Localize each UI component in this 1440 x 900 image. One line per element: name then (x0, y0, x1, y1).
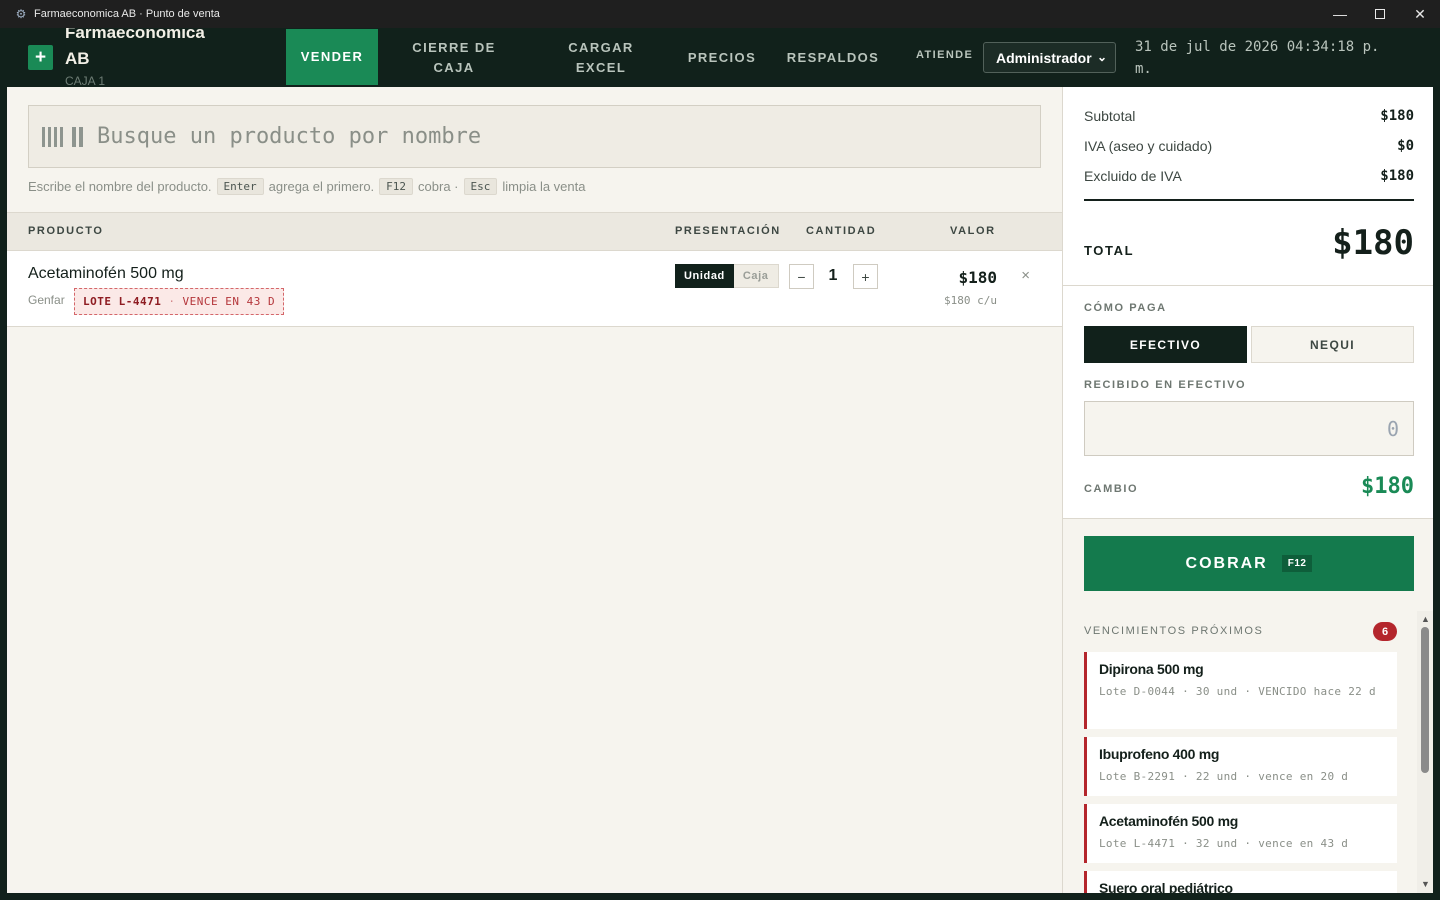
hint-text: limpia la venta (502, 179, 586, 194)
nequi-button[interactable]: NEQUI (1251, 326, 1414, 363)
lote-code: LOTE L-4471 (83, 295, 162, 308)
hint-text: Escribe el nombre del producto. (28, 179, 212, 194)
checkout-panel: Subtotal $180 IVA (aseo y cuidado) $0 Ex… (1062, 87, 1433, 893)
qty-value: 1 (828, 267, 838, 284)
minimize-icon[interactable]: — (1320, 0, 1360, 28)
table-header: PRODUCTO PRESENTACIÓN CANTIDAD VALOR (7, 212, 1062, 251)
venc-name: Ibuprofeno 400 mg (1099, 746, 1220, 762)
total-value: $180 (1332, 223, 1414, 263)
nav-respaldos[interactable]: RESPALDOS (772, 28, 894, 87)
hint-text: agrega el primero. (268, 179, 375, 194)
scroll-up-icon[interactable]: ▲ (1420, 614, 1431, 624)
user-select-value: Administrador (996, 49, 1092, 66)
brand-name: Farmaeconomica (65, 28, 205, 42)
vencimientos-label: VENCIMIENTOS PRÓXIMOS (1084, 625, 1264, 637)
venc-detail: Lote L-4471 · 32 und · vence en 43 d (1099, 837, 1349, 850)
nav-cierre-de-caja[interactable]: CIERRE DE CAJA (378, 28, 530, 87)
app-gear-icon: ⚙ (15, 7, 27, 21)
nav-precios[interactable]: PRECIOS (672, 28, 772, 87)
efectivo-button[interactable]: EFECTIVO (1084, 326, 1247, 363)
lote-vence: VENCE EN 43 D (182, 295, 276, 308)
list-item[interactable]: Acetaminofén 500 mg Lote L-4471 · 32 und… (1084, 804, 1397, 863)
qty-increase-button[interactable]: + (853, 264, 878, 289)
pres-caja-button[interactable]: Caja (733, 264, 779, 288)
window-controls: — ✕ (1320, 0, 1440, 28)
plus-logo-icon: + (28, 45, 53, 70)
col-producto: PRODUCTO (28, 225, 104, 237)
search-input[interactable] (97, 124, 997, 149)
venc-name: Suero oral pediátrico (1099, 880, 1233, 893)
subtotal-value: $180 (1380, 108, 1414, 124)
totals-section: Subtotal $180 IVA (aseo y cuidado) $0 Ex… (1063, 87, 1433, 286)
subtotal-label: Subtotal (1084, 108, 1136, 124)
window-bottom-edge (0, 893, 1440, 900)
cobrar-key: F12 (1281, 555, 1313, 572)
row-valor-unit: $180 c/u (944, 294, 997, 307)
venc-name: Dipirona 500 mg (1099, 661, 1204, 677)
recibido-label: RECIBIDO EN EFECTIVO (1084, 379, 1247, 391)
row-valor: $180 (958, 268, 997, 287)
cobrar-button[interactable]: COBRAR F12 (1084, 536, 1414, 591)
key-esc: Esc (463, 178, 498, 195)
cambio-label: CAMBIO (1084, 483, 1139, 495)
nav-vender[interactable]: VENDER (286, 29, 378, 85)
list-item[interactable]: Dipirona 500 mg Lote D-0044 · 30 und · V… (1084, 652, 1397, 729)
barcode-icon (42, 126, 83, 148)
vencimientos-count-badge: 6 (1373, 622, 1397, 641)
venc-detail: Lote B-2291 · 22 und · vence en 20 d (1099, 770, 1349, 783)
user-select[interactable]: Administrador ⌄ (983, 42, 1116, 73)
window-titlebar: ⚙ Farmaeconomica AB · Punto de venta — ✕ (0, 0, 1440, 28)
list-item[interactable]: Suero oral pediátrico (1084, 871, 1397, 893)
window-title: Farmaeconomica AB · Punto de venta (34, 8, 220, 20)
col-presentacion: PRESENTACIÓN (675, 225, 781, 237)
table-row: Acetaminofén 500 mg Genfar LOTE L-4471 ·… (7, 251, 1062, 327)
hint-text: cobra · (418, 179, 459, 194)
venc-name: Acetaminofén 500 mg (1099, 813, 1239, 829)
app-header: + Farmaeconomica AB CAJA 1 VENDER CIERRE… (7, 28, 1433, 87)
subtotal-row: Subtotal $180 (1084, 108, 1414, 124)
chevron-down-icon: ⌄ (1096, 50, 1107, 64)
main-nav: VENDER CIERRE DE CAJA CARGAR EXCEL PRECI… (286, 28, 894, 87)
remove-item-icon[interactable]: × (1021, 267, 1030, 284)
atiende-label: ATIENDE (916, 49, 974, 61)
iva-label: IVA (aseo y cuidado) (1084, 138, 1213, 154)
key-enter: Enter (216, 178, 264, 195)
cambio-value: $180 (1361, 474, 1414, 499)
brand: Farmaeconomica AB CAJA 1 (65, 28, 205, 87)
iva-row: IVA (aseo y cuidado) $0 (1084, 138, 1414, 154)
col-cantidad: CANTIDAD (806, 225, 877, 237)
maximize-icon[interactable] (1360, 0, 1400, 28)
vencimientos-scrollbar[interactable]: ▲ ▼ (1417, 611, 1433, 893)
search-box[interactable] (28, 105, 1041, 168)
product-lab: Genfar (28, 293, 65, 307)
caja-label: CAJA 1 (65, 74, 106, 87)
excluido-value: $180 (1380, 168, 1414, 184)
excluido-label: Excluido de IVA (1084, 168, 1182, 184)
totals-divider (1084, 199, 1414, 201)
list-item[interactable]: Ibuprofeno 400 mg Lote B-2291 · 22 und ·… (1084, 737, 1397, 796)
search-hint: Escribe el nombre del producto. Enter ag… (28, 178, 586, 195)
col-valor: VALOR (950, 225, 996, 237)
scroll-thumb[interactable] (1421, 627, 1429, 773)
iva-value: $0 (1397, 138, 1414, 154)
pres-unidad-button[interactable]: Unidad (675, 264, 734, 288)
nav-cargar-excel[interactable]: CARGAR EXCEL (530, 28, 672, 87)
presentation-toggle: Unidad Caja (675, 264, 779, 288)
venc-detail: Lote D-0044 · 30 und · VENCIDO hace 22 d (1099, 685, 1376, 698)
lote-tag: LOTE L-4471 · VENCE EN 43 D (74, 288, 285, 315)
payment-section: CÓMO PAGA EFECTIVO NEQUI RECIBIDO EN EFE… (1063, 286, 1433, 519)
product-name: Acetaminofén 500 mg (28, 265, 184, 282)
excluido-row: Excluido de IVA $180 (1084, 168, 1414, 184)
como-paga-label: CÓMO PAGA (1084, 302, 1167, 314)
cobrar-label: COBRAR (1185, 554, 1268, 572)
scroll-down-icon[interactable]: ▼ (1420, 879, 1431, 889)
total-label: TOTAL (1084, 243, 1135, 258)
sale-area: Escribe el nombre del producto. Enter ag… (7, 87, 1062, 893)
qty-decrease-button[interactable]: − (789, 264, 814, 289)
key-f12: F12 (379, 178, 414, 195)
recibido-input[interactable] (1084, 401, 1414, 456)
brand-name-line2: AB (65, 49, 90, 68)
clock: 31 de jul de 2026 04:34:18 p. m. (1135, 39, 1380, 77)
close-window-icon[interactable]: ✕ (1400, 0, 1440, 28)
